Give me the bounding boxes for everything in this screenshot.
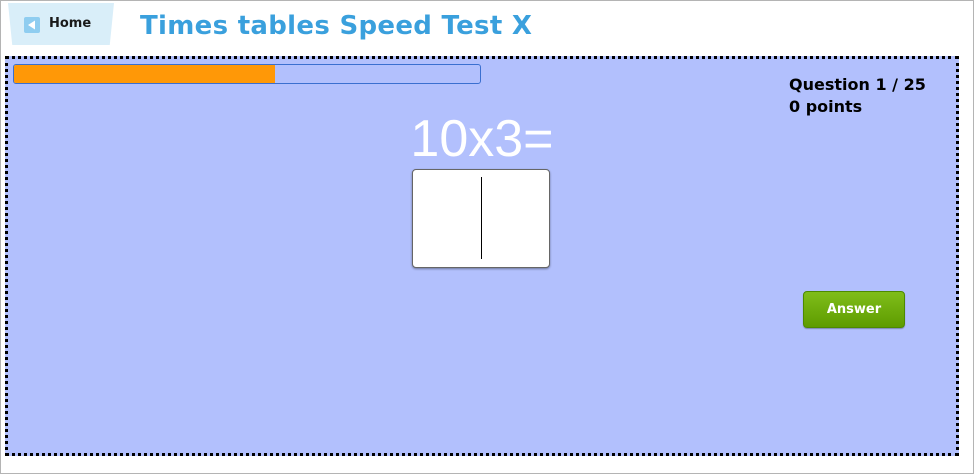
home-label: Home bbox=[49, 16, 92, 31]
answer-button[interactable]: Answer bbox=[803, 291, 905, 328]
text-caret bbox=[481, 177, 482, 259]
question-counter: Question 1 / 25 bbox=[789, 75, 926, 94]
points-display: 0 points bbox=[789, 97, 863, 116]
back-arrow-icon bbox=[24, 17, 40, 33]
home-button[interactable]: Home bbox=[8, 3, 114, 45]
question-text: 10x3= bbox=[410, 110, 554, 168]
progress-fill bbox=[14, 65, 275, 83]
page-title: Times tables Speed Test X bbox=[140, 11, 533, 41]
game-panel: Question 1 / 25 0 points 10x3= Answer bbox=[5, 56, 959, 456]
score-box: Question 1 / 25 0 points bbox=[789, 74, 926, 118]
progress-bar bbox=[13, 64, 481, 84]
